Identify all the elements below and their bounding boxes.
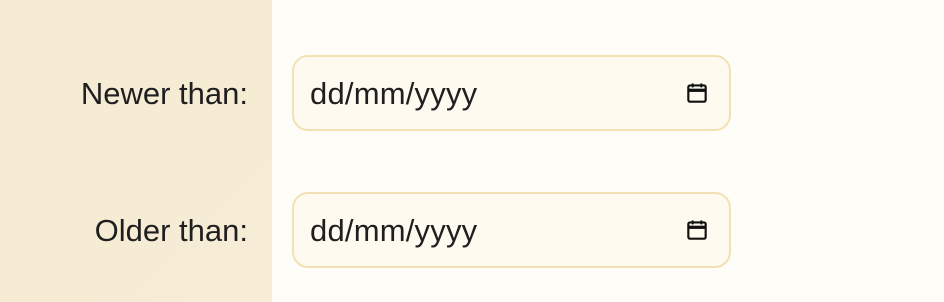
calendar-icon[interactable] (683, 79, 711, 107)
newer-than-date-placeholder: dd/mm/yyyy (310, 75, 478, 111)
newer-than-row: Newer than: dd/mm/yyyy (0, 55, 944, 131)
newer-than-label: Newer than: (80, 75, 248, 111)
older-than-date-placeholder: dd/mm/yyyy (310, 212, 478, 248)
date-filter-panel: Newer than: dd/mm/yyyy Older than: dd/mm… (0, 0, 944, 302)
older-than-row: Older than: dd/mm/yyyy (0, 192, 944, 268)
calendar-icon[interactable] (683, 216, 711, 244)
newer-than-date-input[interactable]: dd/mm/yyyy (292, 55, 731, 131)
older-than-date-input[interactable]: dd/mm/yyyy (292, 192, 731, 268)
older-than-label: Older than: (94, 212, 248, 248)
